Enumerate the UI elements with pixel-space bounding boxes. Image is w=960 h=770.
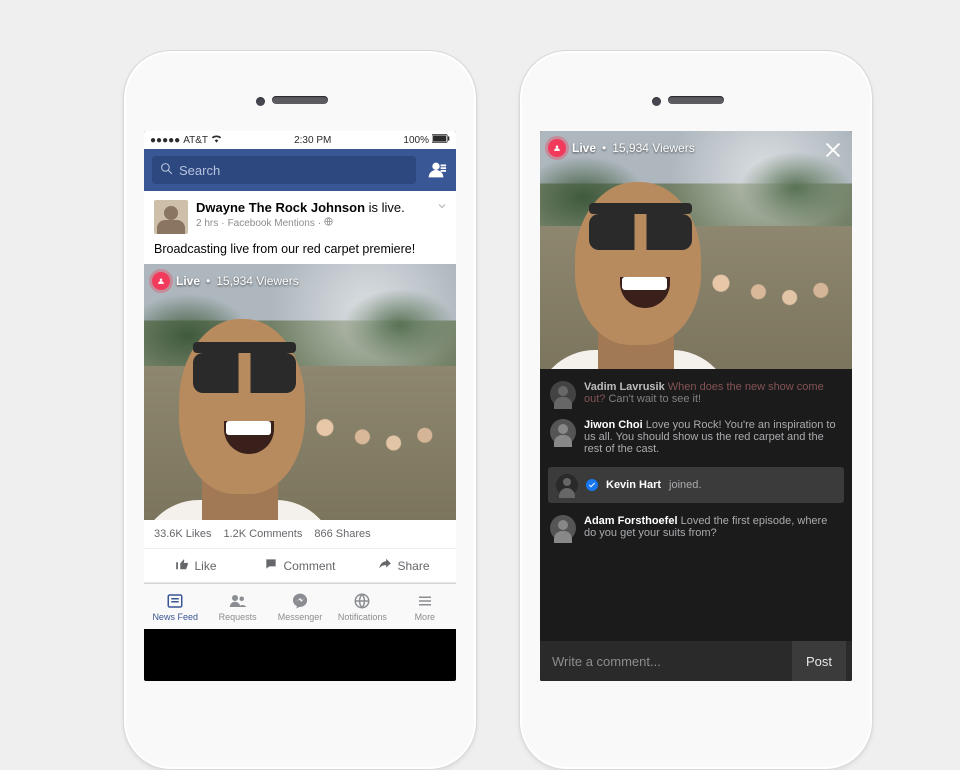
battery-icon xyxy=(432,134,450,146)
share-button[interactable]: Share xyxy=(352,549,456,582)
like-button[interactable]: Like xyxy=(144,549,248,582)
feed-post: Dwayne The Rock Johnson is live. 2 hrs ·… xyxy=(144,191,456,583)
live-icon xyxy=(152,272,170,290)
post-author-line[interactable]: Dwayne The Rock Johnson is live. xyxy=(196,200,405,215)
post-actions: Like Comment Share xyxy=(144,548,456,582)
tab-notifications[interactable]: Notifications xyxy=(331,584,393,629)
newspaper-icon xyxy=(166,592,184,610)
tab-label: Messenger xyxy=(278,612,323,622)
tab-requests[interactable]: Requests xyxy=(206,584,268,629)
close-button[interactable] xyxy=(822,139,844,161)
tab-bar: News Feed Requests Messenger Notificatio… xyxy=(144,583,456,629)
live-video-fullscreen[interactable]: Live • 15,934 Viewers xyxy=(540,131,852,369)
globe-icon xyxy=(324,217,333,229)
live-indicator: Live • 15,934 Viewers xyxy=(152,272,299,290)
live-viewers: 15,934 Viewers xyxy=(216,274,299,288)
live-label: Live xyxy=(176,274,200,288)
tab-news-feed[interactable]: News Feed xyxy=(144,584,206,629)
like-label: Like xyxy=(194,559,216,573)
wifi-icon xyxy=(211,134,222,146)
chevron-down-icon[interactable] xyxy=(436,199,448,217)
search-icon xyxy=(160,162,173,178)
tab-label: Notifications xyxy=(338,612,387,622)
comment-button[interactable]: Comment xyxy=(248,549,352,582)
live-comment: Vadim Lavrusik When does the new show co… xyxy=(540,375,852,413)
comment-icon xyxy=(264,557,278,574)
live-joined-banner: Kevin Hart joined. xyxy=(548,467,844,503)
live-indicator: Live • 15,934 Viewers xyxy=(548,139,695,157)
comment-composer: Write a comment... Post xyxy=(540,641,852,681)
post-age: 2 hrs xyxy=(196,218,218,229)
comment-input[interactable]: Write a comment... xyxy=(552,654,792,669)
comment-label: Comment xyxy=(283,559,335,573)
thumb-up-icon xyxy=(175,557,189,574)
share-label: Share xyxy=(397,559,429,573)
verified-badge-icon xyxy=(586,479,598,491)
comments-count: 1.2K Comments xyxy=(223,528,302,540)
hamburger-icon xyxy=(416,592,434,610)
tab-label: News Feed xyxy=(152,612,198,622)
friend-requests-button[interactable] xyxy=(424,158,448,182)
carrier-label: AT&T xyxy=(183,135,208,146)
commenter-name: Vadim Lavrusik xyxy=(584,381,665,393)
likes-count: 33.6K Likes xyxy=(154,528,211,540)
commenter-avatar[interactable] xyxy=(550,515,576,541)
battery-label: 100% xyxy=(403,135,429,146)
live-comments-panel[interactable]: Vadim Lavrusik When does the new show co… xyxy=(540,369,852,641)
joined-verb: joined. xyxy=(669,479,701,491)
comment-text-extra: Can't wait to see it! xyxy=(605,393,701,405)
commenter-avatar[interactable] xyxy=(550,419,576,445)
app-header: Search xyxy=(144,149,456,191)
screen-newsfeed: ●●●●● AT&T 2:30 PM 100% xyxy=(144,131,456,681)
post-body-text: Broadcasting live from our red carpet pr… xyxy=(144,236,456,264)
tab-more[interactable]: More xyxy=(394,584,456,629)
commenter-avatar[interactable] xyxy=(550,381,576,407)
status-bar: ●●●●● AT&T 2:30 PM 100% xyxy=(144,131,456,149)
author-name: Dwayne The Rock Johnson xyxy=(196,200,365,215)
messenger-icon xyxy=(291,592,309,610)
commenter-name: Adam Forsthoefel xyxy=(584,515,678,527)
joined-name: Kevin Hart xyxy=(606,479,661,491)
live-label: Live xyxy=(572,141,596,155)
shares-count: 866 Shares xyxy=(314,528,370,540)
signal-dots-icon: ●●●●● xyxy=(150,135,180,146)
search-input[interactable]: Search xyxy=(152,156,416,184)
post-stats[interactable]: 33.6K Likes 1.2K Comments 866 Shares xyxy=(144,520,456,548)
live-comment: Jiwon Choi Love you Rock! You're an insp… xyxy=(540,413,852,461)
live-video[interactable]: Live • 15,934 Viewers xyxy=(144,264,456,520)
share-icon xyxy=(378,557,392,574)
post-via: Facebook Mentions xyxy=(228,218,315,229)
live-icon xyxy=(548,139,566,157)
people-icon xyxy=(229,592,247,610)
globe-icon xyxy=(353,592,371,610)
phone-device-left: ●●●●● AT&T 2:30 PM 100% xyxy=(123,50,477,770)
commenter-name: Jiwon Choi xyxy=(584,419,643,431)
post-comment-button[interactable]: Post xyxy=(792,641,846,681)
tab-messenger[interactable]: Messenger xyxy=(269,584,331,629)
author-verb: is live. xyxy=(365,200,405,215)
clock-label: 2:30 PM xyxy=(294,135,331,146)
search-placeholder: Search xyxy=(179,163,220,178)
live-viewers: 15,934 Viewers xyxy=(612,141,695,155)
live-comment: Adam Forsthoefel Loved the first episode… xyxy=(540,509,852,547)
tab-label: More xyxy=(415,612,436,622)
joined-avatar[interactable] xyxy=(556,474,578,496)
author-avatar[interactable] xyxy=(154,200,188,234)
screen-live-fullscreen: Live • 15,934 Viewers Vadim Lavrusik Whe… xyxy=(540,131,852,681)
phone-device-right: Live • 15,934 Viewers Vadim Lavrusik Whe… xyxy=(519,50,873,770)
tab-label: Requests xyxy=(219,612,257,622)
